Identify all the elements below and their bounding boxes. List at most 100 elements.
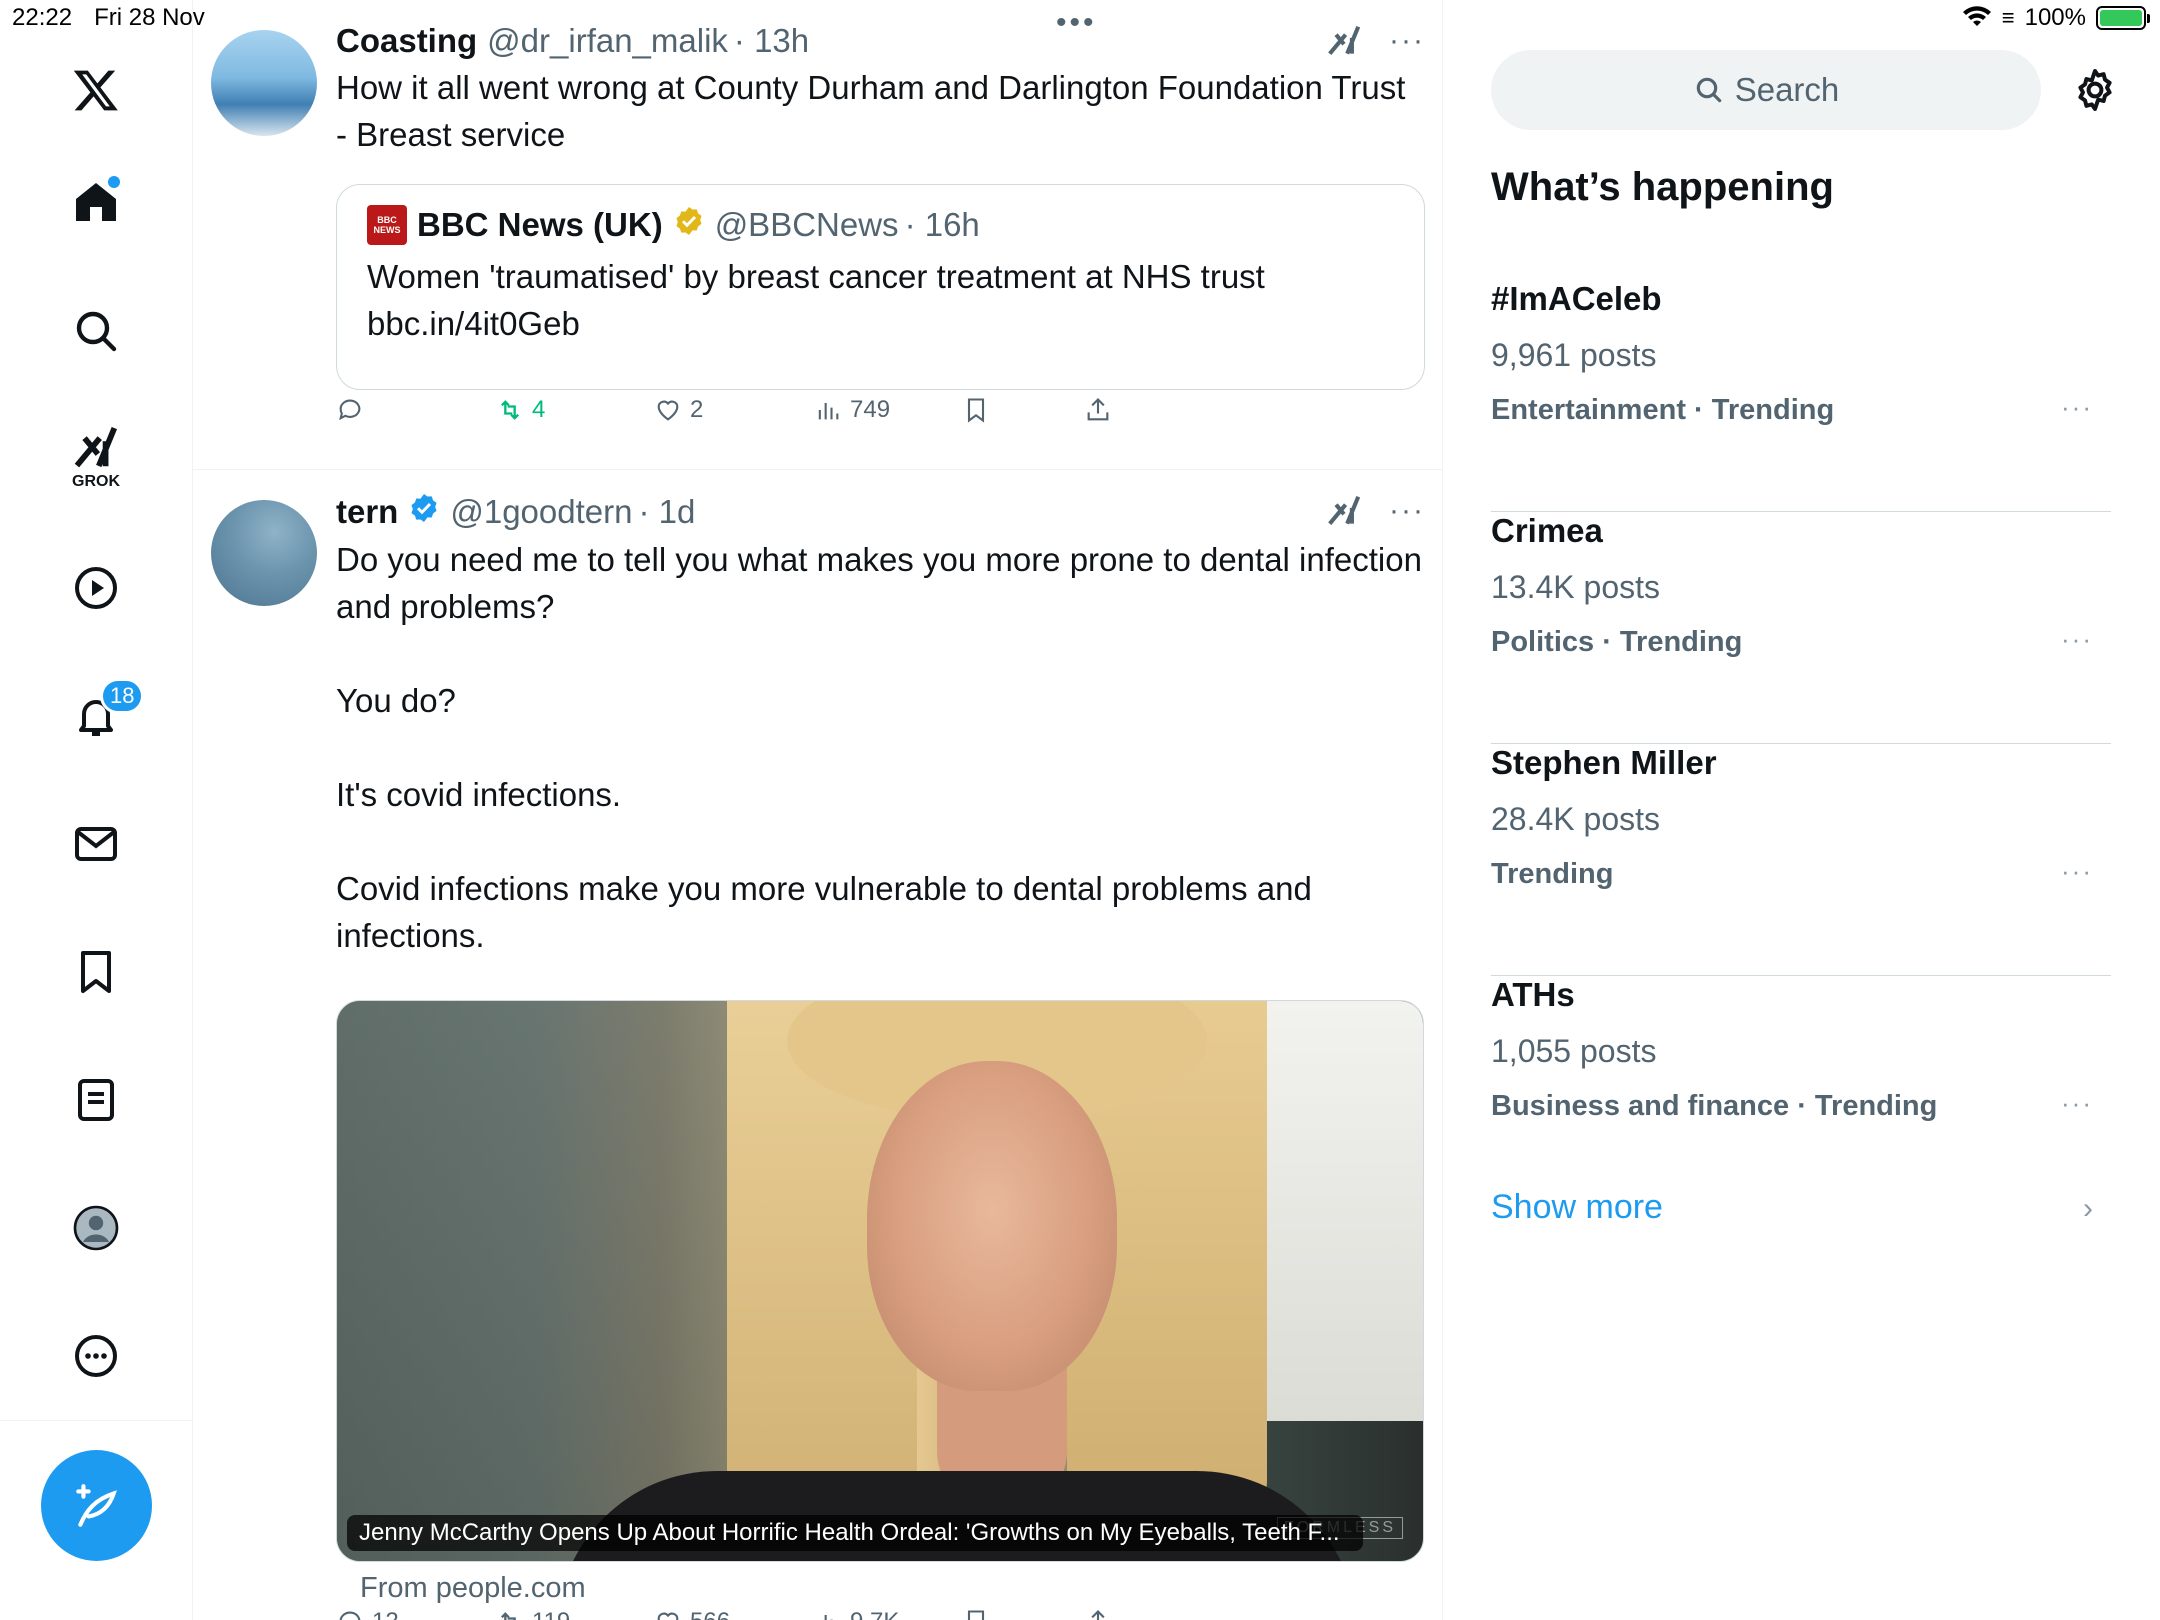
quoted-tweet-time: · 16h <box>904 206 980 243</box>
x-logo[interactable] <box>46 50 146 130</box>
trend-post-count: 28.4K posts <box>1491 801 1660 837</box>
repost-count: 119 <box>532 1608 570 1620</box>
trend-post-count: 1,055 posts <box>1491 1033 1657 1069</box>
tweet-time[interactable]: · 13h <box>734 22 809 60</box>
nav-grok[interactable]: GROK <box>46 418 146 498</box>
trend-item[interactable]: #ImACeleb 9,961 posts Entertainment · Tr… <box>1491 280 2111 512</box>
share-button[interactable] <box>1084 1608 1112 1620</box>
more-options-icon[interactable]: ··· <box>1389 24 1425 58</box>
nav-explore[interactable] <box>46 291 146 371</box>
mail-icon <box>75 827 117 861</box>
trend-item[interactable]: ATHs 1,055 posts Business and finance · … <box>1491 976 2111 1208</box>
grok-icon <box>74 426 118 468</box>
play-icon <box>75 567 117 609</box>
tweet[interactable]: tern @1goodtern · 1d ··· Do you need me … <box>193 470 1443 1620</box>
repost-count: 4 <box>532 396 546 423</box>
bookmark-icon <box>967 1610 985 1620</box>
chevron-right-icon[interactable]: › <box>2083 1192 2093 1226</box>
reply-count: 12 <box>372 1608 399 1620</box>
views-button[interactable]: 749 <box>814 396 890 424</box>
settings-gear-icon[interactable] <box>2071 66 2119 114</box>
views-chart-icon <box>824 1615 833 1620</box>
trend-category: Business and finance · Trending <box>1491 1090 1938 1122</box>
tweet-header-actions: ··· <box>1325 492 1425 530</box>
repost-icon <box>501 1612 516 1620</box>
grok-icon[interactable] <box>1325 492 1363 530</box>
views-count: 9.7K <box>850 1608 899 1620</box>
reply-button[interactable] <box>336 396 372 424</box>
like-count: 566 <box>690 1608 730 1620</box>
more-circle-icon <box>75 1335 117 1377</box>
views-button[interactable]: 9.7K <box>814 1608 899 1620</box>
bookmark-button[interactable] <box>962 396 990 424</box>
reply-button[interactable]: 12 <box>336 1608 399 1620</box>
author-name[interactable]: Coasting <box>336 22 477 60</box>
reply-icon <box>339 1611 361 1620</box>
search-icon <box>1696 77 1721 103</box>
bookmark-icon <box>81 951 111 993</box>
tweet-header: Coasting @dr_irfan_malik · 13h <box>336 22 1425 60</box>
nav-profile[interactable] <box>46 1188 146 1268</box>
more-options-icon[interactable]: ··· <box>2061 624 2093 655</box>
nav-more[interactable] <box>46 1316 146 1396</box>
nav-notifications[interactable]: 18 <box>46 676 146 756</box>
photo-face <box>867 1061 1117 1391</box>
views-chart-icon <box>818 403 839 420</box>
trend-category: Trending <box>1491 858 1614 890</box>
tweet-time[interactable]: · 1d <box>638 493 695 531</box>
bookmark-button[interactable] <box>962 1608 990 1620</box>
tweet-header: tern @1goodtern · 1d <box>336 492 1425 532</box>
nav-video[interactable] <box>46 548 146 628</box>
profile-avatar-icon <box>73 1205 119 1251</box>
like-button[interactable]: 566 <box>654 1608 730 1620</box>
nav-messages[interactable] <box>46 804 146 884</box>
author-name[interactable]: tern <box>336 493 398 531</box>
share-button[interactable] <box>1084 396 1112 424</box>
grok-label: GROK <box>72 473 120 490</box>
section-title: What’s happening <box>1491 165 1834 209</box>
search-placeholder: Search <box>1734 71 1840 108</box>
nav-lists[interactable] <box>46 1060 146 1140</box>
more-options-icon[interactable]: ··· <box>2061 392 2093 423</box>
home-unread-dot <box>108 176 120 188</box>
heart-icon <box>657 400 679 421</box>
views-count: 749 <box>850 396 891 423</box>
heart-icon <box>657 1612 679 1620</box>
reply-icon <box>339 399 361 421</box>
tweet-header-actions: ··· <box>1325 22 1425 60</box>
x-logo-icon <box>73 70 118 111</box>
trend-item[interactable]: Stephen Miller 28.4K posts Trending ··· <box>1491 744 2111 976</box>
trend-title: Stephen Miller <box>1491 744 1717 781</box>
trend-item[interactable]: Crimea 13.4K posts Politics · Trending ·… <box>1491 512 2111 744</box>
search-input[interactable]: Search <box>1491 50 2041 130</box>
quoted-tweet[interactable]: BBC NEWS BBC News (UK) @BBCNews · 16h Wom… <box>336 184 1425 390</box>
compose-button[interactable] <box>41 1450 152 1561</box>
avatar[interactable] <box>211 500 317 606</box>
link-source[interactable]: From people.com <box>360 1572 586 1605</box>
more-options-icon[interactable]: ··· <box>2061 1088 2093 1119</box>
bbc-logo-icon: BBC NEWS <box>367 205 407 245</box>
avatar[interactable] <box>211 30 317 136</box>
nav-home[interactable] <box>46 162 146 242</box>
trend-category: Entertainment · Trending <box>1491 394 1835 426</box>
repost-button[interactable]: 119 <box>496 1608 570 1620</box>
right-sidebar: Search What’s happening #ImACeleb 9,961 … <box>1443 0 2160 1620</box>
more-options-icon[interactable]: ··· <box>2061 856 2093 887</box>
nav-bookmarks[interactable] <box>46 932 146 1012</box>
author-handle[interactable]: @dr_irfan_malik <box>487 22 728 60</box>
share-icon <box>1091 1610 1105 1620</box>
tweet[interactable]: Coasting @dr_irfan_malik · 13h ··· How i… <box>193 22 1443 470</box>
more-options-icon[interactable]: ··· <box>1389 494 1425 528</box>
timeline: Coasting @dr_irfan_malik · 13h ··· How i… <box>193 0 1443 1620</box>
like-button[interactable]: 2 <box>654 396 703 424</box>
list-document-icon <box>78 1079 114 1121</box>
trend-title: ATHs <box>1491 976 1575 1013</box>
quoted-author-handle: @BBCNews <box>714 206 899 243</box>
grok-icon[interactable] <box>1325 22 1363 60</box>
quoted-author-name: BBC News (UK) <box>417 206 663 243</box>
repost-button[interactable]: 4 <box>496 396 545 424</box>
link-card-image[interactable]: FORMLESS Jenny McCarthy Opens Up About H… <box>336 1000 1424 1562</box>
show-more-link[interactable]: Show more <box>1491 1188 1663 1227</box>
author-handle[interactable]: @1goodtern <box>450 493 632 531</box>
tweet-text: Do you need me to tell you what makes yo… <box>336 541 1422 954</box>
